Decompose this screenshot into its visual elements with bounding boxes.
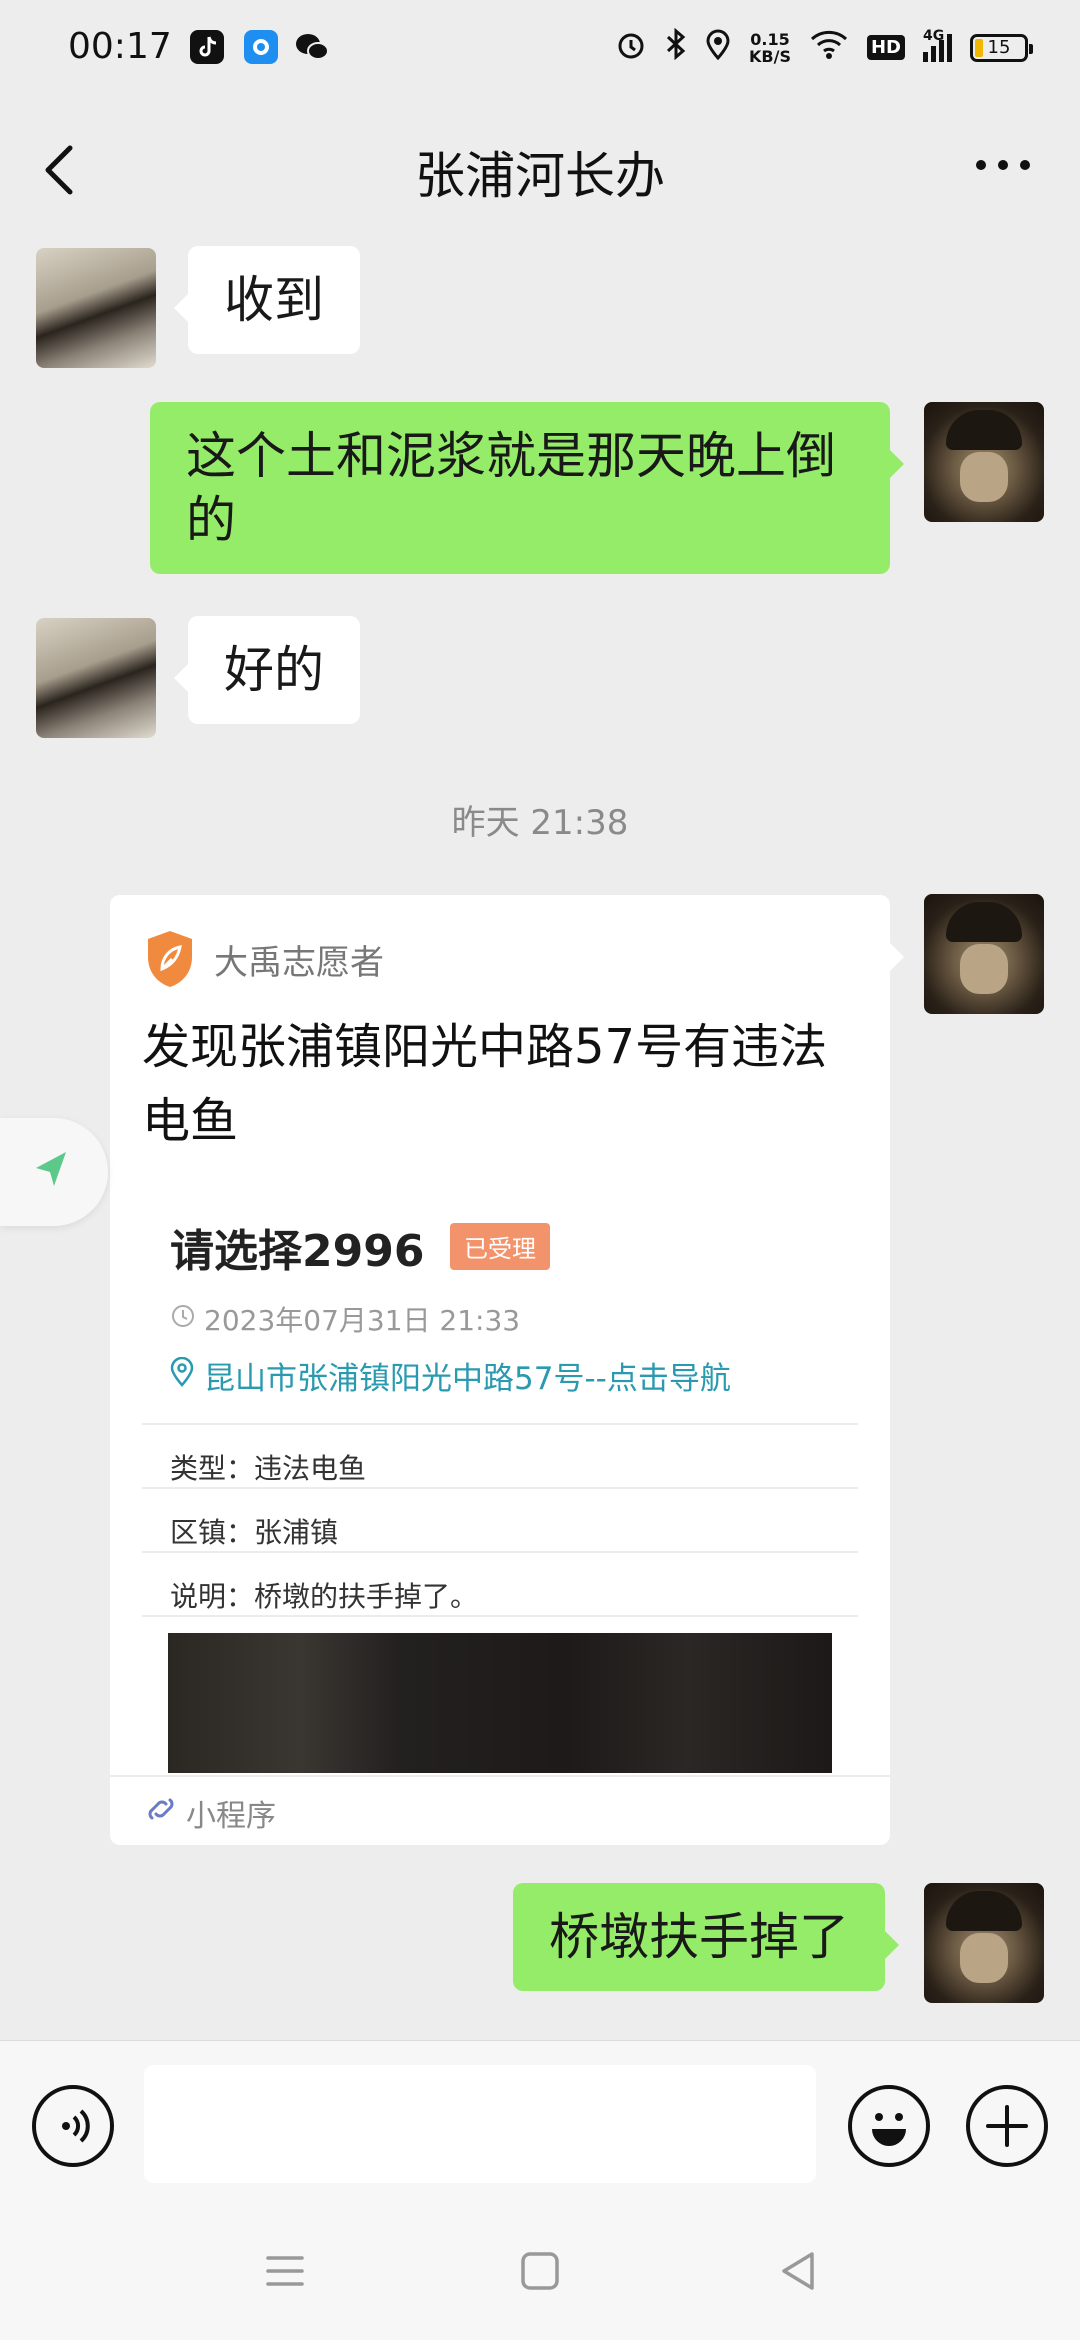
- self-avatar[interactable]: [924, 894, 1044, 1014]
- home-icon[interactable]: [517, 2248, 563, 2294]
- wechat-icon: [294, 30, 329, 64]
- message-input[interactable]: [144, 2065, 816, 2183]
- add-more-button[interactable]: [966, 2085, 1048, 2167]
- browser-icon: [244, 30, 278, 64]
- input-bar: [0, 2040, 1080, 2200]
- emoji-button[interactable]: [848, 2085, 930, 2167]
- message-timestamp: 昨天 21:38: [451, 803, 629, 843]
- floating-navigate-button[interactable]: [0, 1118, 108, 1226]
- status-bar: 00:17 0.15 KB/S HD 4G 15: [0, 0, 1080, 96]
- mini-program-card[interactable]: 大禹志愿者 发现张浦镇阳光中路57号有违法电鱼: [110, 895, 890, 1845]
- shield-leaf-icon: [144, 929, 196, 989]
- status-time: 00:17: [68, 26, 172, 67]
- location-icon: [705, 28, 731, 67]
- battery-icon: 15: [970, 33, 1033, 62]
- status-right-group: 0.15 KB/S HD 4G 15: [615, 27, 1033, 67]
- card-source-name: 大禹志愿者: [214, 942, 384, 983]
- network-speed: 0.15 KB/S: [749, 29, 791, 66]
- wifi-icon: [809, 29, 849, 66]
- hd-badge: HD: [866, 35, 905, 60]
- self-avatar[interactable]: [924, 402, 1044, 522]
- message-bubble-outgoing[interactable]: 桥墩扶手掉了: [513, 1883, 899, 1991]
- signal-icon: 4G: [923, 28, 952, 62]
- card-header: 大禹志愿者: [144, 929, 384, 989]
- message-bubble-outgoing[interactable]: 这个土和泥浆就是那天晚上倒的: [150, 402, 904, 574]
- back-triangle-icon[interactable]: [776, 2248, 822, 2294]
- chat-title: 张浦河长办: [415, 147, 665, 205]
- contact-avatar[interactable]: [36, 618, 156, 738]
- chat-header: 张浦河长办: [0, 100, 1080, 240]
- self-avatar[interactable]: [924, 1883, 1044, 2003]
- menu-icon[interactable]: [262, 2248, 308, 2294]
- message-bubble-incoming[interactable]: 好的: [174, 616, 360, 724]
- tiktok-icon: [190, 30, 224, 64]
- alarm-icon: [615, 28, 647, 67]
- card-title: 发现张浦镇阳光中路57号有违法电鱼: [142, 1019, 828, 1149]
- more-options-icon[interactable]: [976, 160, 1030, 170]
- bluetooth-icon: [665, 27, 687, 67]
- message-bubble-incoming[interactable]: 收到: [174, 246, 360, 354]
- contact-avatar[interactable]: [36, 248, 156, 368]
- system-navigation-bar: [0, 2200, 1080, 2340]
- voice-input-button[interactable]: [32, 2085, 114, 2167]
- message-list[interactable]: 收到 这个土和泥浆就是那天晚上倒的 好的 昨天 21:38 大禹志愿者 发现张浦…: [0, 240, 1080, 2040]
- card-arrow: [890, 943, 904, 971]
